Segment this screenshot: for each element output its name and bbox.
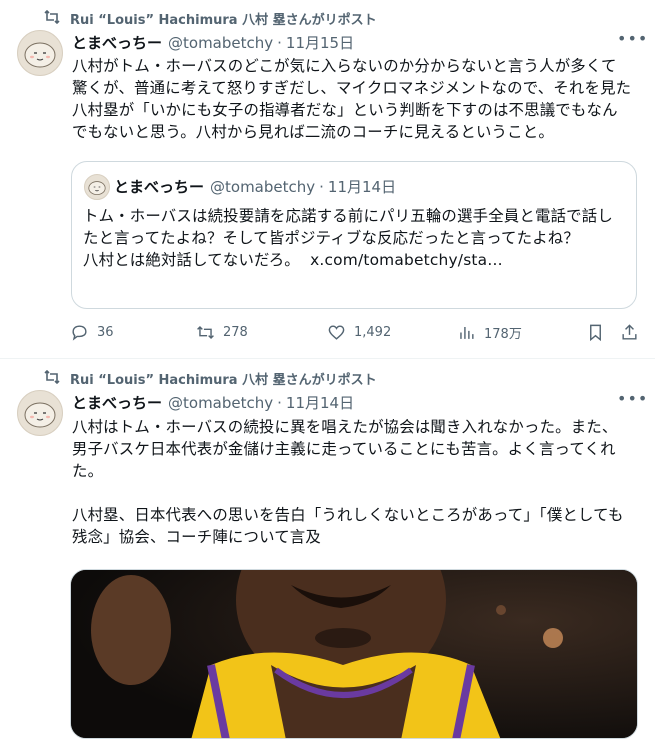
more-icon[interactable]: ••• (617, 391, 647, 412)
share-button[interactable] (620, 323, 647, 342)
separator-dot: · (277, 33, 282, 52)
repost-indicator[interactable]: Rui “Louis” Hachimura 八村 塁さんがリポスト (44, 369, 377, 388)
reply-icon (72, 325, 87, 341)
like-icon (328, 325, 345, 340)
repost-text: Rui “Louis” Hachimura 八村 塁さんがリポスト (70, 13, 377, 28)
repost-icon (44, 9, 62, 28)
tweet-text: 八村はトム・ホーバスの続投に異を唱えたが協会は聞き入れなかった。また、男子バスケ… (72, 418, 624, 546)
quote-text-block: トム・ホーバスは続投要請を応諾する前にパリ五輪の選手全員と電話で話したと言ってた… (83, 205, 628, 271)
retweet-icon (197, 325, 214, 340)
avatar[interactable] (17, 390, 63, 436)
repost-icon (44, 369, 62, 388)
repost-indicator[interactable]: Rui “Louis” Hachimura 八村 塁さんがリポスト (44, 9, 377, 28)
quote-handle: @tomabetchy (210, 177, 316, 196)
retweet-count: 278 (223, 325, 248, 340)
avatar[interactable] (17, 30, 63, 76)
handle[interactable]: @tomabetchy (168, 34, 273, 52)
author-name[interactable]: とまべっちー (72, 32, 162, 53)
tweet-header: とまべっちー @tomabetchy · 11月15日 (72, 32, 354, 53)
photo-basketball-player (71, 570, 637, 738)
quote-avatar (84, 174, 110, 200)
tweet-image[interactable] (70, 569, 638, 739)
tweet[interactable]: Rui “Louis” Hachimura 八村 塁さんがリポスト とまべっちー… (0, 0, 655, 359)
reply-button[interactable]: 36 (70, 323, 114, 342)
quote-header: とまべっちー @tomabetchy · 11月14日 (114, 176, 396, 197)
like-button[interactable]: 1,492 (327, 323, 391, 342)
more-icon[interactable]: ••• (617, 31, 647, 52)
separator-dot: · (277, 393, 282, 412)
bookmark-button[interactable] (586, 323, 613, 342)
like-count: 1,492 (354, 325, 392, 340)
tweet-date[interactable]: 11月15日 (286, 32, 354, 53)
tweet-actions: 36 278 1,492 178万 (68, 323, 640, 347)
tweet-text: 八村がトム・ホーバスのどこが気に入らないのか分からないと言う人が多くて驚くが、普… (72, 57, 632, 141)
reply-count: 36 (97, 325, 114, 340)
views-count: 178万 (484, 327, 522, 342)
quote-date: 11月14日 (327, 178, 397, 196)
quote-tweet[interactable]: とまべっちー @tomabetchy · 11月14日 トム・ホーバスは続投要請… (71, 161, 637, 309)
quote-author-name: とまべっちー (114, 178, 205, 196)
retweet-button[interactable]: 278 (196, 323, 248, 342)
views-button[interactable]: 178万 (457, 323, 522, 342)
repost-text: Rui “Louis” Hachimura 八村 塁さんがリポスト (70, 373, 377, 388)
tweet-header: とまべっちー @tomabetchy · 11月14日 (72, 392, 354, 413)
tweet[interactable]: Rui “Louis” Hachimura 八村 塁さんがリポスト とまべっちー… (0, 359, 655, 739)
author-name[interactable]: とまべっちー (72, 392, 162, 413)
separator-dot: · (319, 177, 324, 196)
views-icon (460, 326, 474, 339)
tweet-date[interactable]: 11月14日 (286, 392, 354, 413)
bookmark-icon (590, 324, 601, 342)
handle[interactable]: @tomabetchy (168, 394, 273, 412)
quote-link[interactable]: x.com/tomabetchy/sta… (310, 251, 503, 269)
share-icon (622, 324, 637, 340)
